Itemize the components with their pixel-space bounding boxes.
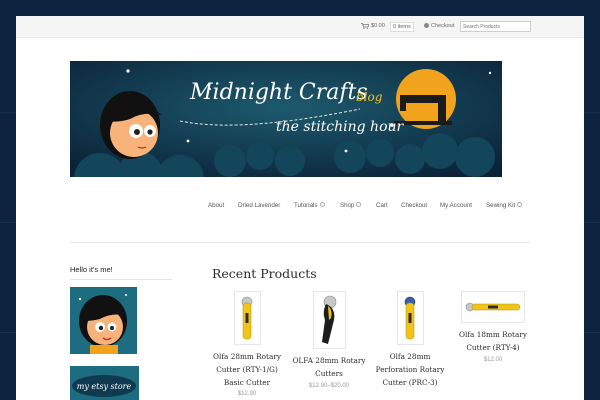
header-banner[interactable]: Midnight Crafts blog the stitching hour [70,61,502,177]
product-card[interactable]: OLFA 28mm Rotary Cutters $12.90–$20.00 [289,291,369,389]
chevron-down-icon [319,201,325,207]
section-title: Recent Products [212,266,317,281]
product-name[interactable]: Olfa 28mm Perforation Rotary Cutter (PRC… [370,351,450,389]
sidebar-title: Hello it's me! [70,265,113,274]
header-divider [70,242,530,243]
nav-item-about[interactable]: About [208,202,224,209]
nav-item-cart[interactable]: Cart [376,202,388,209]
product-name[interactable]: OLFA 28mm Rotary Cutters [289,355,369,381]
product-card[interactable]: Olfa 28mm Rotary Cutter (RTY-1/G) Basic … [207,291,287,397]
chevron-down-icon [517,201,523,207]
product-card[interactable]: Olfa 18mm Rotary Cutter (RTY-4) $12.00 [453,291,533,363]
nav-item-my-account[interactable]: My Account [440,202,472,209]
product-name[interactable]: Olfa 18mm Rotary Cutter (RTY-4) [453,329,533,355]
product-name[interactable]: Olfa 28mm Rotary Cutter (RTY-1/G) Basic … [207,351,287,389]
checkout-icon [424,23,429,28]
rotary-cutter-icon [465,302,521,312]
nav-item-tutorials[interactable]: Tutorials [294,201,325,209]
nav-item-label: Dried Lavender [238,202,281,209]
search-input[interactable] [460,21,531,32]
sidebar-rule [70,279,172,280]
nav-item-label: Sewing Kit [486,202,516,209]
nav-item-label: Shop [340,202,355,209]
nav-item-label: About [208,202,225,209]
cart-icon[interactable] [361,23,369,29]
cart-count[interactable]: 0 items [390,22,414,32]
chevron-down-icon [356,201,362,207]
product-card[interactable]: Olfa 28mm Perforation Rotary Cutter (PRC… [370,291,450,391]
nav-item-label: My Account [440,202,472,209]
top-bar: $0.00 0 items Checkout [16,16,584,38]
banner-blog-label: blog [356,90,383,104]
nav-item-label: Tutorials [294,202,318,209]
product-thumbnail[interactable] [233,291,261,345]
rotary-cutter-icon [241,296,253,340]
banner-title: Midnight Crafts [189,80,368,105]
main-nav: About Dried Lavender Tutorials Shop Cart… [70,201,530,214]
nav-item-label: Cart [376,202,388,209]
product-price: $12.90 [237,391,257,398]
checkout-link[interactable]: Checkout [431,23,454,29]
nav-item-checkout[interactable]: Checkout [401,202,427,209]
etsy-store-badge[interactable]: my etsy store [70,366,139,400]
etsy-label: my etsy store [77,382,132,391]
cart-amount[interactable]: $0.00 [371,23,385,29]
nav-item-sewing-kit[interactable]: Sewing Kit [486,201,523,209]
nav-item-label: Checkout [401,202,428,209]
avatar[interactable] [70,287,137,354]
product-price: $12.90–$20.00 [308,382,350,389]
rotary-cutter-icon [322,295,337,344]
nav-item-shop[interactable]: Shop [340,201,362,209]
banner-subtitle: the stitching hour [276,119,405,135]
page: $0.00 0 items Checkout Search Products M… [16,16,584,400]
product-price: $12.00 [483,356,503,363]
product-thumbnail[interactable] [312,291,346,349]
nav-item-dried-lavender[interactable]: Dried Lavender [238,202,280,209]
product-thumbnail[interactable] [461,291,525,323]
product-thumbnail[interactable] [396,291,424,345]
rotary-cutter-icon [404,296,416,340]
